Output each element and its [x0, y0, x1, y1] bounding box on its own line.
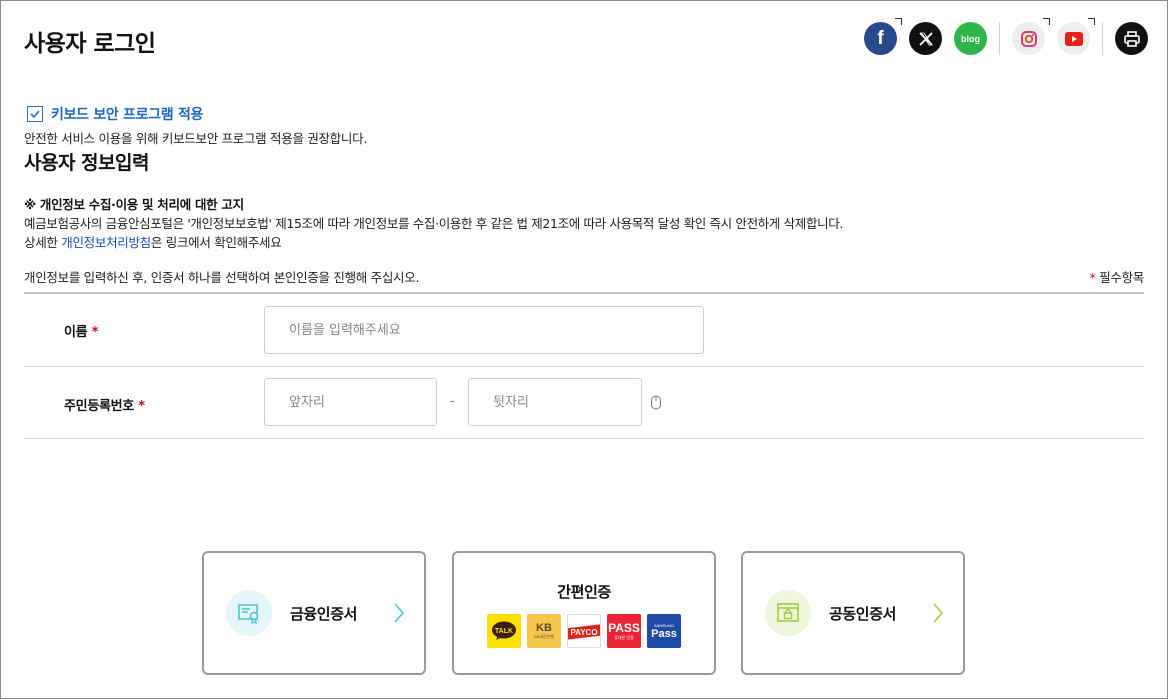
joint-certificate-button[interactable]: 공동인증서 — [741, 551, 965, 675]
required-field-label: 필수항목 — [1095, 270, 1144, 285]
rrn-separator: - — [450, 394, 455, 409]
simple-auth-providers: TALK KB KB국민은행 PAYCO PASS 휴대폰 인증 SAMSUNG… — [487, 614, 687, 648]
privacy-notice-body: 예금보험공사의 금융안심포털은 '개인정보보호법' 제15조에 따라 개인정보를… — [24, 216, 844, 231]
financial-certificate-label: 금융인증서 — [290, 605, 358, 623]
kakao-talk-icon: TALK — [492, 621, 516, 640]
chevron-right-icon — [933, 603, 943, 623]
external-link-icon — [895, 18, 902, 25]
joint-certificate-label: 공동인증서 — [829, 605, 897, 623]
page-title: 사용자 로그인 — [24, 31, 156, 57]
x-share-button[interactable] — [909, 22, 942, 55]
blog-icon: blog — [961, 33, 980, 44]
instagram-icon — [1020, 30, 1037, 47]
facebook-share-button[interactable]: f — [864, 18, 902, 55]
kakao-auth-icon[interactable]: TALK — [487, 614, 521, 648]
rrn-label: 주민등록번호 * — [64, 395, 145, 414]
youtube-share-button[interactable] — [1057, 18, 1095, 55]
samsung-pass-auth-icon[interactable]: SAMSUNG Pass — [647, 614, 681, 648]
kb-auth-icon[interactable]: KB KB국민은행 — [527, 614, 561, 648]
social-share-bar: f blog — [852, 18, 1148, 55]
kb-badge-subtext: KB국민은행 — [533, 634, 555, 639]
name-input[interactable] — [264, 306, 704, 354]
instagram-share-button[interactable] — [1012, 18, 1050, 55]
kakao-badge-text: TALK — [495, 628, 513, 635]
privacy-policy-suffix: 은 링크에서 확인해주세요 — [150, 235, 282, 250]
payco-auth-icon[interactable]: PAYCO — [567, 614, 601, 648]
keyboard-security-label[interactable]: 키보드 보안 프로그램 적용 — [51, 104, 203, 124]
privacy-policy-link[interactable]: 개인정보처리방침 — [61, 235, 151, 250]
virtual-keyboard-button[interactable] — [650, 394, 662, 414]
simple-auth-title: 간편인증 — [557, 583, 611, 601]
external-link-icon — [1043, 18, 1050, 25]
chevron-right-icon — [394, 603, 404, 623]
name-label: 이름 * — [64, 321, 98, 340]
pass-auth-icon[interactable]: PASS 휴대폰 인증 — [607, 614, 641, 648]
privacy-policy-line: 상세한 개인정보처리방침은 링크에서 확인해주세요 — [24, 232, 282, 251]
certificate-icon — [238, 604, 259, 624]
section-title: 사용자 정보입력 — [24, 152, 149, 174]
pass-badge-subtext: 휴대폰 인증 — [614, 635, 634, 640]
keyboard-security-checkbox[interactable] — [27, 106, 43, 122]
youtube-icon — [1064, 31, 1083, 46]
facebook-icon: f — [877, 27, 884, 49]
samsung-pass-badge-text: Pass — [651, 627, 677, 640]
required-mark: * — [91, 325, 99, 340]
rrn-front-input[interactable] — [264, 378, 437, 426]
divider — [999, 22, 1000, 55]
required-mark: * — [138, 399, 145, 414]
row-divider — [24, 438, 1144, 439]
pass-badge-text: PASS — [608, 621, 640, 635]
lock-window-icon — [777, 603, 799, 622]
x-icon — [918, 31, 933, 46]
financial-certificate-button[interactable]: 금융인증서 — [202, 551, 426, 675]
keyboard-security-toggle[interactable]: 키보드 보안 프로그램 적용 — [27, 104, 203, 124]
financial-certificate-icon-wrap — [226, 590, 272, 636]
name-label-text: 이름 — [64, 325, 88, 340]
keyboard-security-description: 안전한 서비스 이용을 위해 키보드보안 프로그램 적용을 권장합니다. — [24, 131, 367, 146]
payco-logo-icon: PAYCO — [568, 624, 600, 640]
printer-icon — [1123, 30, 1140, 47]
blog-share-button[interactable]: blog — [954, 22, 987, 55]
print-button[interactable] — [1115, 22, 1148, 55]
check-icon — [30, 110, 40, 118]
payco-badge-text: PAYCO — [570, 628, 597, 637]
required-field-note: * 필수항목 — [1090, 267, 1145, 286]
joint-certificate-icon-wrap — [765, 590, 811, 636]
privacy-notice-title: ※ 개인정보 수집·이용 및 처리에 대한 고지 — [24, 197, 244, 212]
kb-badge-text: KB — [536, 622, 552, 634]
mouse-icon — [651, 395, 661, 410]
row-divider — [24, 366, 1144, 367]
privacy-policy-prefix: 상세한 — [24, 235, 62, 250]
rrn-back-input[interactable] — [468, 378, 642, 426]
auth-guide-text: 개인정보를 입력하신 후, 인증서 하나를 선택하여 본인인증을 진행해 주십시… — [24, 270, 420, 285]
divider — [1102, 22, 1103, 55]
external-link-icon — [1088, 18, 1095, 25]
simple-auth-button[interactable]: 간편인증 TALK KB KB국민은행 PAYCO PASS 휴대폰 인증 SA… — [452, 551, 716, 675]
rrn-label-text: 주민등록번호 — [64, 399, 134, 414]
form-top-border — [24, 292, 1144, 294]
